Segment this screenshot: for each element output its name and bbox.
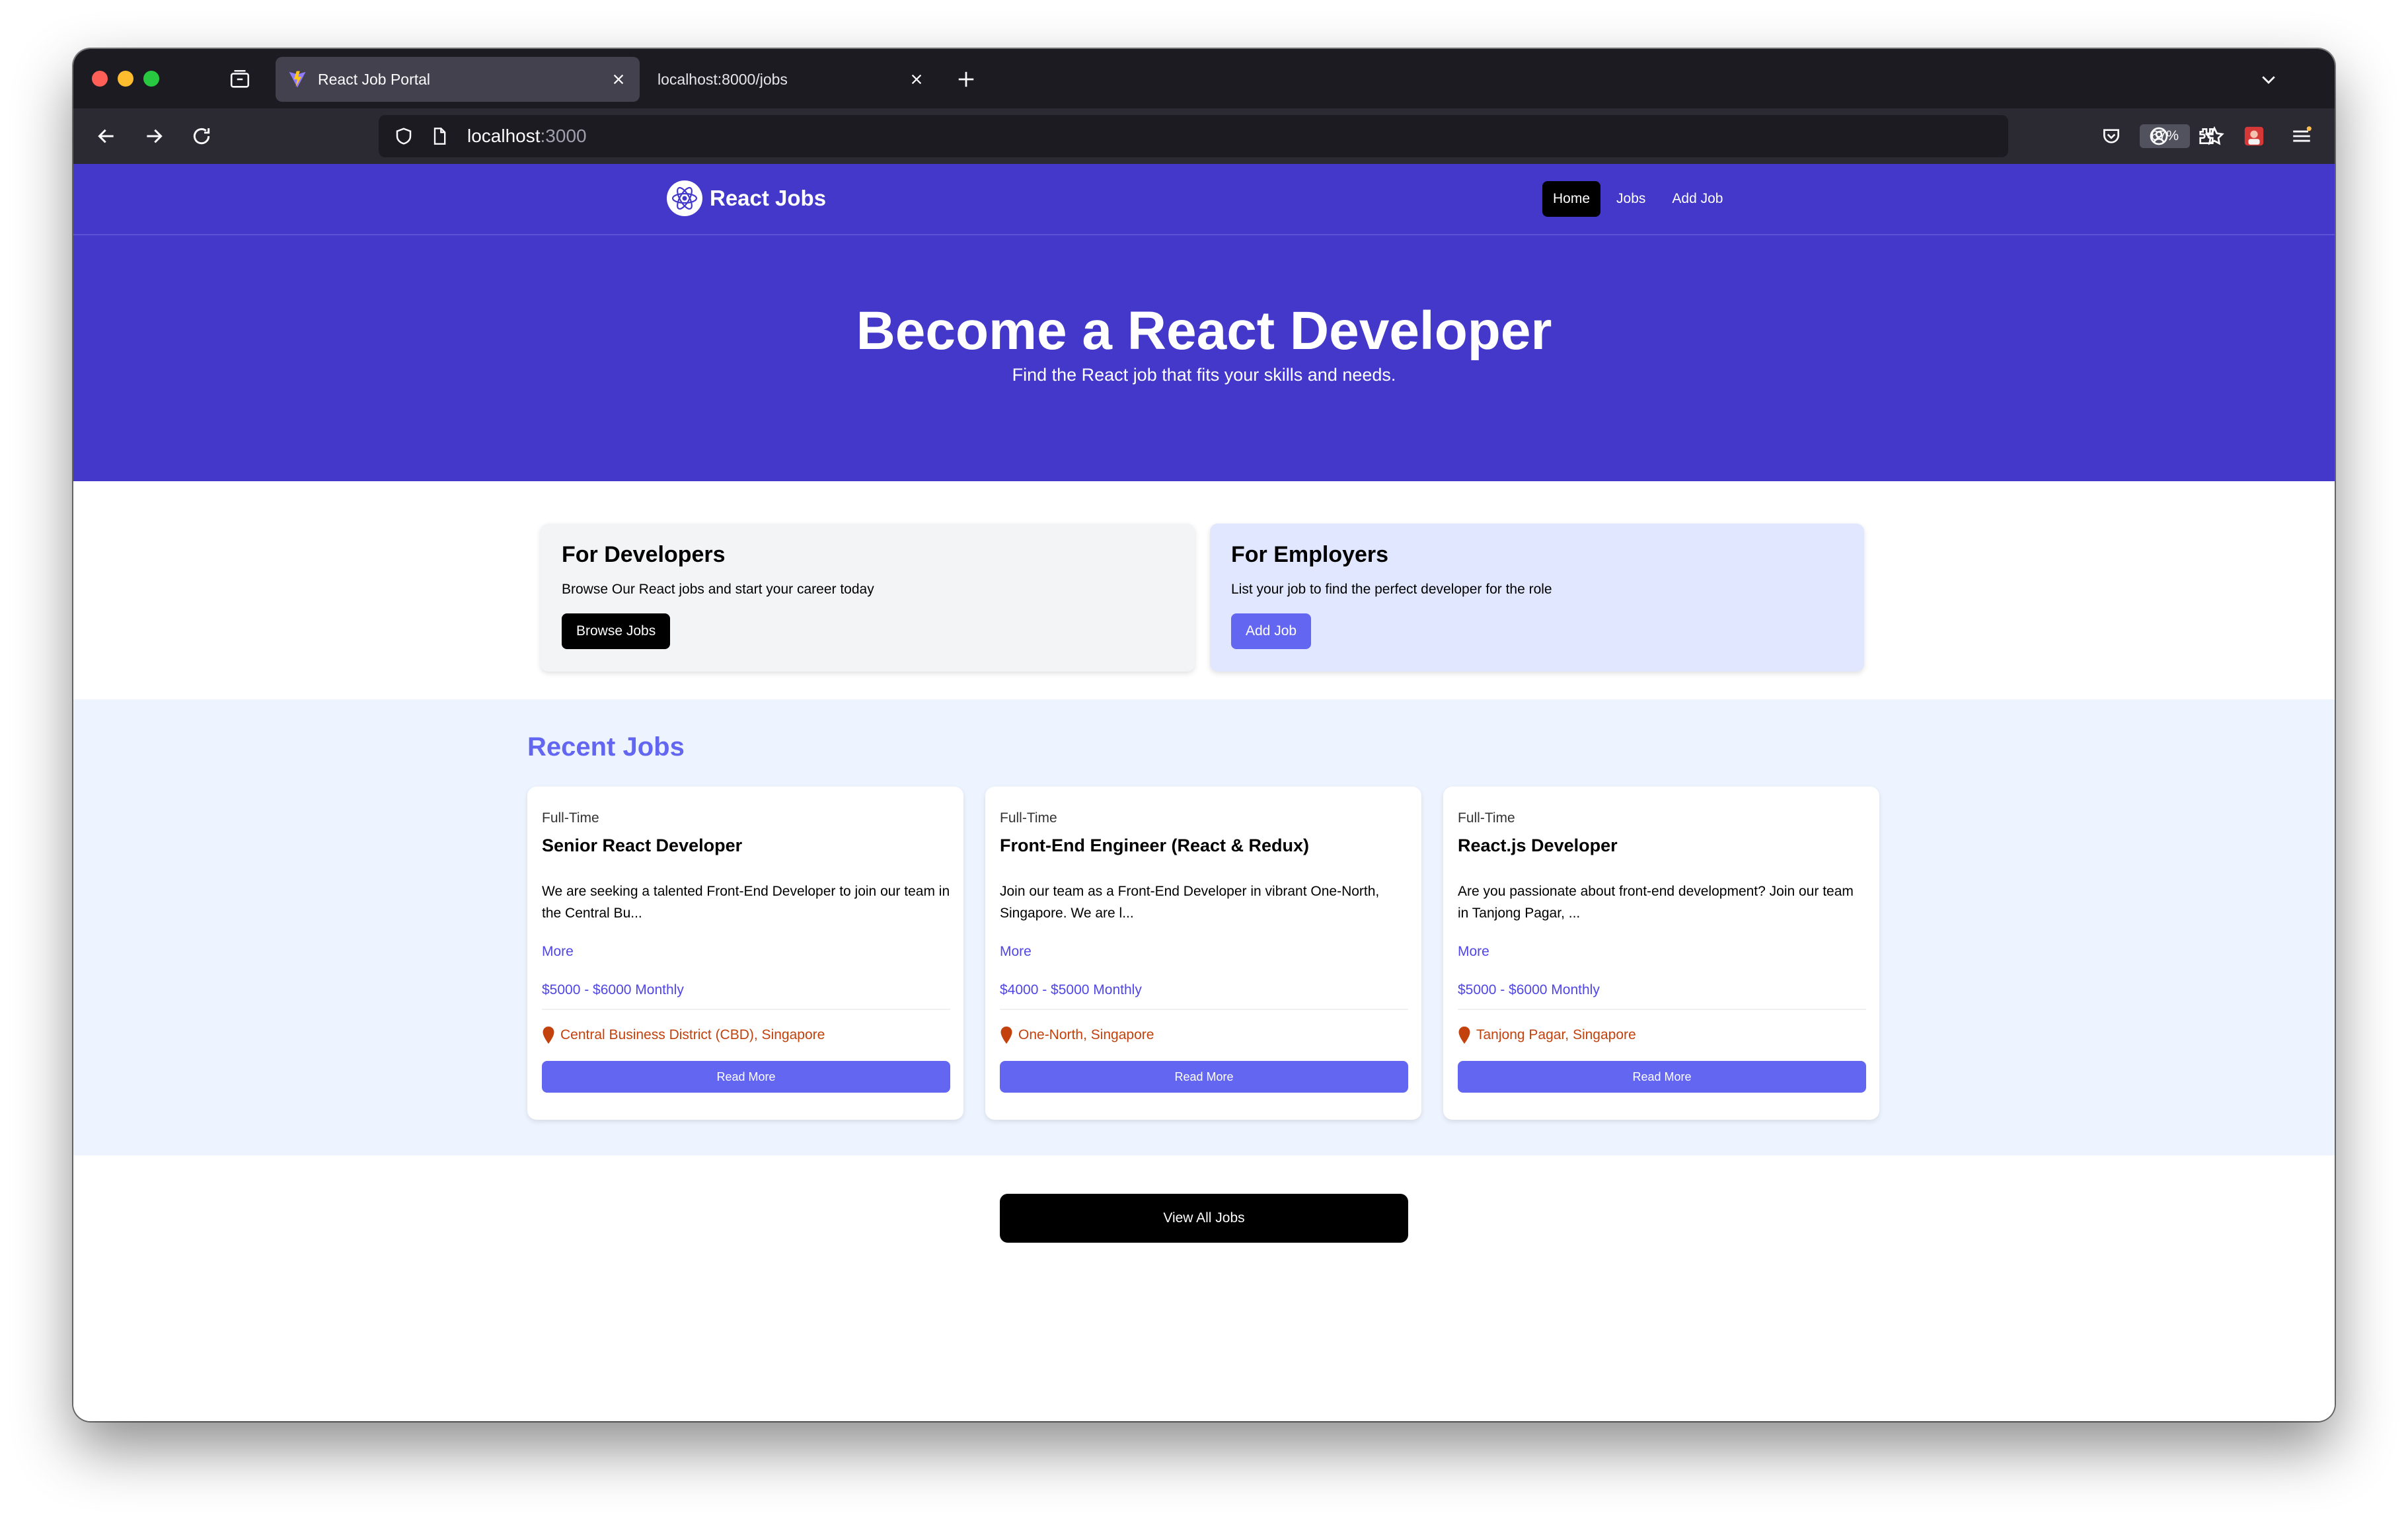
chevron-down-icon[interactable]	[2254, 65, 2283, 94]
divider	[1000, 1009, 1408, 1010]
job-card: Full-Time React.js Developer Are you pas…	[1443, 787, 1879, 1120]
home-cards-section: For Developers Browse Our React jobs and…	[73, 481, 2335, 699]
url-host: localhost	[467, 126, 541, 146]
hero-subtitle: Find the React job that fits your skills…	[1012, 365, 1396, 385]
new-tab-icon[interactable]	[952, 65, 980, 93]
job-card: Full-Time Senior React Developer We are …	[527, 787, 963, 1120]
url-text[interactable]: localhost:3000	[467, 126, 587, 147]
job-title: Senior React Developer	[542, 836, 743, 855]
card-title: For Developers	[562, 542, 726, 567]
read-more-button[interactable]: Read More	[1458, 1061, 1866, 1093]
map-pin-icon	[543, 1027, 554, 1044]
hero-section: Become a React Developer Find the React …	[73, 235, 2335, 481]
recent-jobs-title: Recent Jobs	[527, 732, 685, 761]
close-tab-icon[interactable]	[905, 67, 928, 91]
card-text: Browse Our React jobs and start your car…	[562, 582, 874, 597]
pocket-icon[interactable]	[2095, 120, 2127, 152]
vite-favicon-icon	[289, 71, 306, 88]
web-page: React Jobs Home Jobs Add Job Become a Re…	[73, 164, 2335, 1421]
card-text: List your job to find the perfect develo…	[1231, 582, 1552, 597]
map-pin-icon	[1000, 1027, 1012, 1044]
extension-profile-icon[interactable]	[2238, 120, 2270, 152]
brand-name: React Jobs	[710, 186, 827, 210]
job-more-toggle[interactable]: More	[542, 944, 574, 960]
job-description: Are you passionate about front-end devel…	[1458, 884, 1854, 921]
map-pin-icon	[1458, 1027, 1470, 1044]
minimize-window-button[interactable]	[118, 71, 133, 87]
react-logo-icon	[667, 180, 702, 216]
back-arrow-icon[interactable]	[91, 120, 122, 152]
job-location-text: One-North, Singapore	[1018, 1027, 1154, 1042]
site-logo[interactable]: React Jobs	[666, 180, 826, 217]
read-more-button[interactable]: Read More	[1000, 1061, 1408, 1093]
job-salary: $4000 - $5000 Monthly	[1000, 982, 1142, 997]
account-icon[interactable]	[2143, 120, 2175, 152]
developers-card: For Developers Browse Our React jobs and…	[541, 524, 1195, 672]
job-location: Central Business District (CBD), Singapo…	[542, 1026, 825, 1044]
job-location-text: Tanjong Pagar, Singapore	[1476, 1027, 1636, 1042]
job-card: Full-Time Front-End Engineer (React & Re…	[985, 787, 1421, 1120]
add-job-button[interactable]: Add Job	[1231, 613, 1312, 649]
job-description: We are seeking a talented Front-End Deve…	[542, 884, 950, 921]
card-title: For Employers	[1231, 542, 1389, 567]
site-navbar: React Jobs Home Jobs Add Job	[73, 164, 2335, 235]
close-tab-icon[interactable]	[607, 67, 630, 91]
tab-title: localhost:8000/jobs	[658, 70, 788, 88]
job-title: Front-End Engineer (React & Redux)	[1000, 836, 1310, 855]
extensions-icon[interactable]	[2191, 120, 2222, 152]
hamburger-menu-icon[interactable]	[2286, 120, 2317, 152]
page-icon[interactable]	[428, 124, 451, 148]
job-salary: $5000 - $6000 Monthly	[542, 982, 684, 997]
site-nav-links: Home Jobs Add Job	[1542, 181, 1739, 217]
nav-home[interactable]: Home	[1542, 181, 1601, 217]
url-port: :3000	[540, 126, 587, 146]
employers-card: For Employers List your job to find the …	[1210, 524, 1864, 672]
job-type: Full-Time	[1458, 810, 1515, 826]
tab-localhost-jobs[interactable]: localhost:8000/jobs	[642, 57, 938, 102]
forward-arrow-icon[interactable]	[138, 120, 170, 152]
read-more-button[interactable]: Read More	[542, 1061, 950, 1093]
tab-overview-icon[interactable]	[225, 65, 254, 94]
browser-toolbar: localhost:3000 67%	[73, 108, 2335, 164]
tab-bar: React Job Portal localhost:8000/jobs	[73, 49, 2335, 108]
job-more-toggle[interactable]: More	[1458, 944, 1489, 960]
job-type: Full-Time	[1000, 810, 1057, 826]
nav-jobs[interactable]: Jobs	[1606, 181, 1656, 217]
tab-react-job-portal[interactable]: React Job Portal	[276, 57, 640, 102]
recent-jobs-section: Recent Jobs Full-Time Senior React Devel…	[73, 699, 2335, 1155]
job-title: React.js Developer	[1458, 836, 1618, 855]
close-window-button[interactable]	[92, 71, 108, 87]
job-more-toggle[interactable]: More	[1000, 944, 1032, 960]
job-location: One-North, Singapore	[1000, 1026, 1154, 1044]
browse-jobs-button[interactable]: Browse Jobs	[562, 613, 671, 649]
job-location: Tanjong Pagar, Singapore	[1458, 1026, 1636, 1044]
divider	[1458, 1009, 1866, 1010]
job-location-text: Central Business District (CBD), Singapo…	[560, 1027, 825, 1042]
nav-add-job[interactable]: Add Job	[1661, 181, 1733, 217]
address-bar[interactable]: localhost:3000 67%	[379, 115, 2224, 157]
browser-window: React Job Portal localhost:8000/jobs loc…	[73, 49, 2335, 1421]
shield-icon[interactable]	[392, 124, 416, 148]
job-salary: $5000 - $6000 Monthly	[1458, 982, 1600, 997]
reload-icon[interactable]	[186, 120, 217, 152]
tab-title: React Job Portal	[318, 70, 431, 88]
divider	[542, 1009, 950, 1010]
maximize-window-button[interactable]	[143, 71, 159, 87]
hero-title: Become a React Developer	[856, 301, 1552, 361]
job-type: Full-Time	[542, 810, 599, 826]
view-all-jobs-button[interactable]: View All Jobs	[1000, 1194, 1408, 1243]
job-description: Join our team as a Front-End Developer i…	[1000, 884, 1380, 921]
